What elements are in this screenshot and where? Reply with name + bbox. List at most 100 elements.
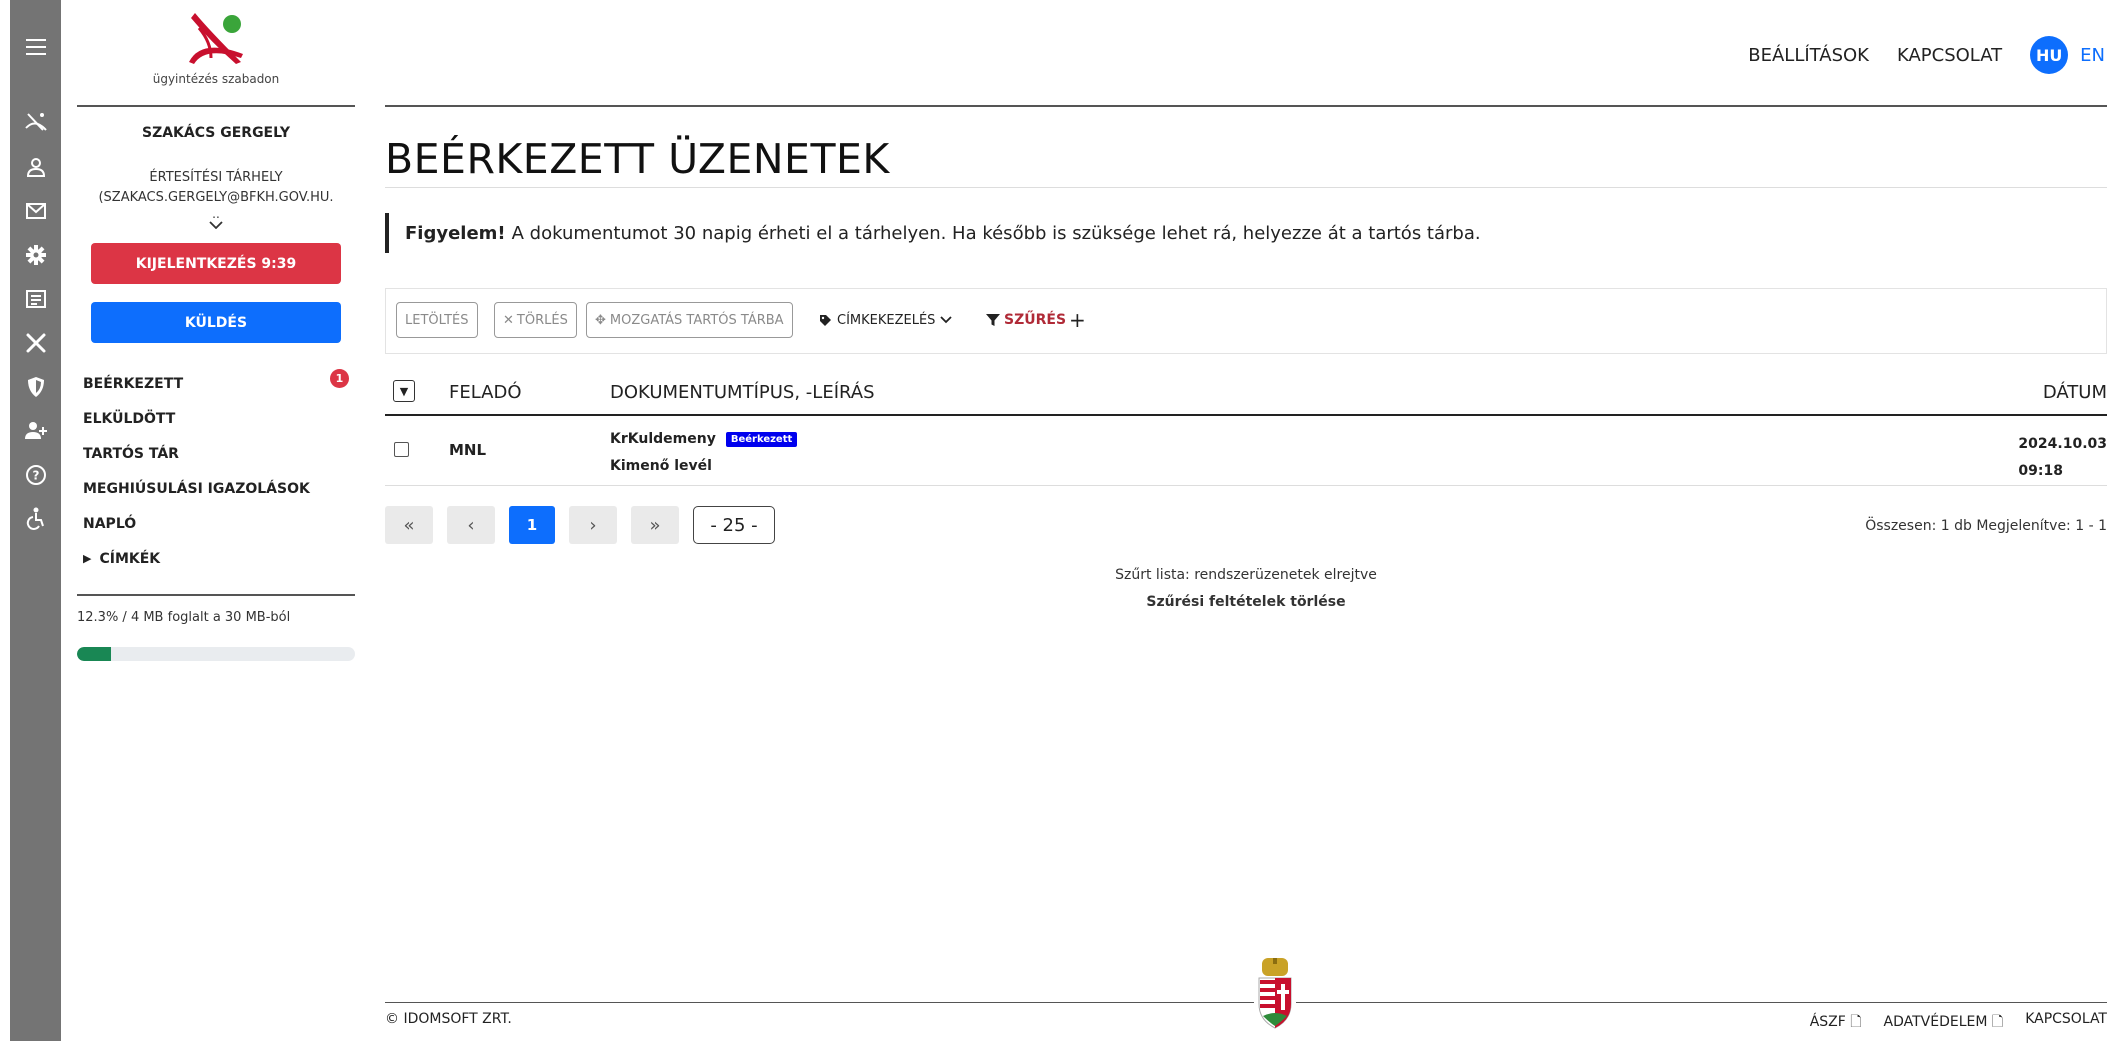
move-to-archive-button[interactable]: ✥ MOZGATÁS TARTÓS TÁRBA — [586, 302, 793, 338]
next-page-button[interactable]: › — [569, 506, 617, 544]
filter-label: SZŰRÉS — [1004, 312, 1067, 328]
add-filter-button[interactable]: + — [1069, 302, 1086, 338]
row-date-day: 2024.10.03 — [2018, 436, 2107, 452]
sidebar-item-label: NAPLÓ — [83, 515, 137, 532]
copyright: © IDOMSOFT ZRT. — [385, 1011, 512, 1027]
table-row[interactable]: MNL KrKuldemeny Beérkezett Kimenő levél … — [385, 418, 2107, 486]
footer-link-aszf[interactable]: ÁSZF 🗋 — [1810, 1011, 1862, 1035]
document-icon: 🗋 — [1991, 1014, 2004, 1030]
download-button[interactable]: LETÖLTÉS — [396, 302, 478, 338]
delete-button[interactable]: ✕ TÖRLÉS — [494, 302, 577, 338]
column-doctype[interactable]: DOKUMENTUMTÍPUS, -LEÍRÁS — [610, 382, 875, 403]
title-divider — [385, 187, 2107, 188]
sidebar-item-log[interactable]: NAPLÓ — [83, 506, 355, 541]
chevron-down-icon — [209, 221, 223, 230]
ugyfelkapu-icon[interactable] — [10, 108, 61, 138]
newspaper-icon[interactable] — [10, 284, 61, 314]
divider — [77, 105, 355, 107]
pagination: « ‹ 1 › » - 25 - — [385, 506, 775, 544]
document-icon: 🗋 — [1850, 1014, 1862, 1030]
clear-filters-link[interactable]: Szűrési feltételek törlése — [385, 594, 2107, 610]
row-sender: MNL — [449, 441, 487, 459]
sidebar-item-archive[interactable]: TARTÓS TÁR — [83, 436, 355, 471]
prev-page-button[interactable]: ‹ — [447, 506, 495, 544]
move-icon: ✥ — [595, 312, 606, 328]
sidebar-item-inbox[interactable]: BEÉRKEZETT 1 — [83, 366, 355, 401]
alert-text: A dokumentumot 30 napig érheti el a tárh… — [511, 222, 1481, 244]
inbox-count-badge: 1 — [330, 369, 349, 388]
filter-note: Szűrt lista: rendszerüzenetek elrejtve — [1115, 567, 1377, 583]
contact-link[interactable]: KAPCSOLAT — [1897, 45, 2002, 66]
row-doc-type-text: KrKuldemeny — [610, 431, 716, 447]
row-checkbox[interactable] — [394, 442, 409, 457]
alert-label: Figyelem! — [405, 222, 506, 244]
retention-alert: Figyelem! A dokumentumot 30 napig érheti… — [385, 213, 1481, 253]
sidebar-item-sent[interactable]: ELKÜLDÖTT — [83, 401, 355, 436]
message-toolbar: LETÖLTÉS ✕ TÖRLÉS ✥ MOZGATÁS TARTÓS TÁRB… — [385, 288, 2107, 354]
sidebar-item-label: ELKÜLDÖTT — [83, 410, 176, 427]
send-button[interactable]: KÜLDÉS — [91, 302, 341, 343]
shield-icon[interactable] — [10, 372, 61, 402]
storage-account-email: (SZAKACS.GERGELY@BFKH.GOV.HU. — [98, 190, 334, 205]
user-icon[interactable] — [10, 152, 61, 182]
tools-icon[interactable] — [10, 328, 61, 358]
ugyfelkapu-logo — [189, 13, 243, 64]
footer-link-label: ÁSZF — [1809, 1014, 1846, 1030]
row-date-time: 09:18 — [2018, 463, 2063, 479]
footer-link-label: ADATVÉDELEM — [1883, 1014, 1988, 1030]
account-more: .. — [212, 207, 220, 221]
storage-quota-fill — [77, 647, 112, 661]
page-title: BEÉRKEZETT ÜZENETEK — [385, 135, 890, 183]
svg-text:?: ? — [32, 469, 39, 483]
footer-divider — [385, 1002, 2107, 1003]
sidebar-nav: BEÉRKEZETT 1 ELKÜLDÖTT TARTÓS TÁR MEGHIÚ… — [83, 366, 355, 576]
label-management-label: CÍMKEKEZELÉS — [837, 312, 936, 328]
settings-link[interactable]: BEÁLLÍTÁSOK — [1748, 45, 1869, 66]
row-description: Kimenő levél — [610, 458, 712, 474]
help-icon[interactable]: ? — [10, 460, 61, 490]
footer-link-contact[interactable]: KAPCSOLAT — [2025, 1011, 2107, 1035]
language-en-button[interactable]: EN — [2080, 45, 2105, 66]
column-sender[interactable]: FELADÓ — [449, 382, 522, 403]
accessibility-icon[interactable] — [10, 504, 61, 534]
result-counts: Összesen: 1 db Megjelenítve: 1 - 1 — [1865, 518, 2107, 534]
mail-icon[interactable] — [10, 196, 61, 226]
logout-button[interactable]: KIJELENTKEZÉS 9:39 — [91, 243, 341, 284]
row-doc-type: KrKuldemeny Beérkezett — [610, 431, 798, 447]
last-page-button[interactable]: » — [631, 506, 679, 544]
account-dropdown-toggle[interactable]: .. — [201, 207, 231, 230]
column-date[interactable]: DÁTUM — [2043, 382, 2107, 403]
status-badge: Beérkezett — [725, 431, 798, 447]
page-1-button[interactable]: 1 — [509, 506, 555, 544]
storage-account-type: ÉRTESÍTÉSI TÁRHELY — [149, 170, 283, 185]
footer-link-privacy[interactable]: ADATVÉDELEM 🗋 — [1884, 1011, 2004, 1035]
first-page-button[interactable]: « — [385, 506, 433, 544]
language-hu-button[interactable]: HU — [2030, 36, 2069, 74]
user-plus-icon[interactable] — [10, 416, 61, 446]
close-icon: ✕ — [503, 312, 514, 328]
sidebar-item-label: TARTÓS TÁR — [83, 445, 179, 462]
sidebar-item-label: CÍMKÉK — [99, 550, 161, 567]
menu-icon[interactable] — [10, 32, 61, 62]
select-all-dropdown[interactable]: ▼ — [393, 380, 415, 402]
label-management-dropdown[interactable]: CÍMKEKEZELÉS — [819, 302, 953, 338]
move-label: MOZGATÁS TARTÓS TÁRBA — [609, 312, 784, 328]
sidebar-item-labels[interactable]: ▶ CÍMKÉK — [83, 541, 355, 576]
page-size-select[interactable]: - 25 - — [693, 506, 775, 544]
logo[interactable]: ügyintézés szabadon — [77, 10, 355, 95]
sidebar-item-label: BEÉRKEZETT — [83, 375, 184, 392]
footer-links: ÁSZF 🗋 ADATVÉDELEM 🗋 KAPCSOLAT — [1810, 1011, 2107, 1035]
table-header: ▼ FELADÓ DOKUMENTUMTÍPUS, -LEÍRÁS DÁTUM — [385, 376, 2107, 416]
sidebar-item-failed-certificates[interactable]: MEGHIÚSULÁSI IGAZOLÁSOK — [83, 471, 355, 506]
storage-quota-text: 12.3% / 4 MB foglalt a 30 MB-ból — [77, 610, 291, 625]
filter-icon — [986, 314, 1000, 326]
storage-account: ÉRTESÍTÉSI TÁRHELY (SZAKACS.GERGELY@BFKH… — [77, 168, 355, 208]
tag-icon — [820, 314, 831, 326]
top-nav: BEÁLLÍTÁSOK KAPCSOLAT HU EN — [1748, 36, 2105, 74]
filter-button[interactable]: SZŰRÉS — [986, 302, 1066, 338]
caret-right-icon: ▶ — [83, 552, 92, 565]
gear-icon[interactable] — [10, 240, 61, 270]
row-date: 2024.10.03 09:18 — [2018, 431, 2107, 485]
divider — [77, 594, 355, 596]
storage-quota-bar — [77, 647, 355, 661]
